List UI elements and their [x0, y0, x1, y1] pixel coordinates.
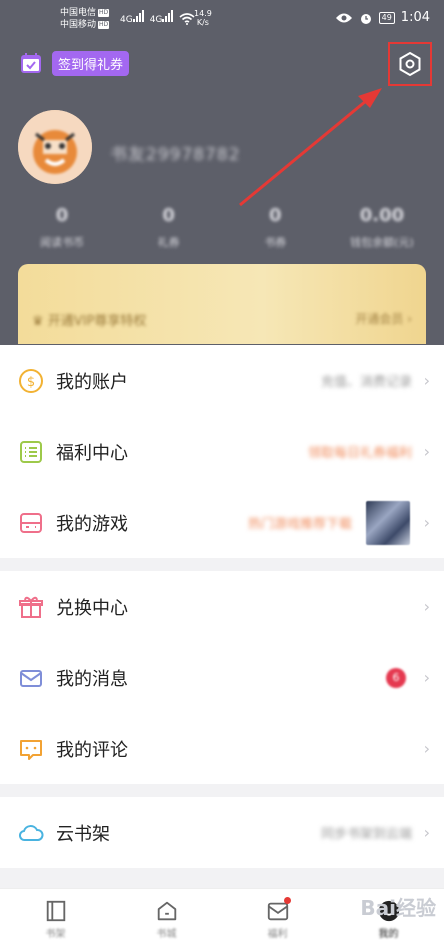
- tab-bookstore[interactable]: 书城: [111, 889, 222, 940]
- cloud-icon: [18, 824, 44, 841]
- carrier-2: 中国移动: [60, 20, 97, 30]
- menu-row-messages[interactable]: 我的消息 6 ›: [0, 642, 444, 713]
- stat-item[interactable]: 0 书券: [225, 205, 325, 250]
- menu-row-welfare[interactable]: 福利中心 领取每日礼券福利 ›: [0, 416, 444, 487]
- alarm-icon: [360, 13, 371, 24]
- wifi-icon: [179, 13, 195, 25]
- network-speed: 14.9 K/s: [194, 9, 212, 27]
- status-bar: 中国电信 HD 中国移动 HD 4G 4G 14.9 K/s 49 1:04: [0, 0, 444, 36]
- game-icon: [20, 512, 42, 533]
- battery-indicator: 49: [378, 11, 395, 24]
- menu-label: 兑换中心: [56, 597, 128, 619]
- tiger-avatar-icon: [18, 110, 92, 184]
- menu-group-2: 兑换中心 › 我的消息 6 › 我的评论 ›: [0, 571, 444, 784]
- chevron-right-icon: ›: [423, 597, 430, 616]
- signal-icons: 4G 4G: [120, 10, 195, 25]
- bookshelf-icon: [46, 900, 65, 922]
- menu-label: 我的评论: [56, 739, 128, 761]
- menu-row-cloud-shelf[interactable]: 云书架 同步书架到云端 ›: [0, 797, 444, 868]
- gift-icon: [19, 596, 43, 618]
- clock: 1:04: [400, 10, 430, 25]
- stat-item[interactable]: 0 阅读书币: [12, 205, 112, 250]
- profile-header: 中国电信 HD 中国移动 HD 4G 4G 14.9 K/s 49 1:04 签到得…: [0, 0, 444, 345]
- menu-label: 我的账户: [56, 371, 128, 393]
- signal-1: 4G: [120, 10, 144, 25]
- coin-icon: $: [19, 368, 43, 393]
- eye-icon: [335, 13, 352, 22]
- menu-row-account[interactable]: $ 我的账户 充值、消费记录 ›: [0, 345, 444, 416]
- signal-2: 4G: [150, 10, 174, 25]
- vip-action[interactable]: 开通会员 ›: [355, 310, 412, 327]
- game-thumbnail[interactable]: [366, 501, 410, 545]
- chevron-right-icon: ›: [423, 371, 430, 390]
- hd-badge-2: HD: [98, 20, 110, 29]
- menu-label: 我的消息: [56, 668, 128, 690]
- menu-group-1: $ 我的账户 充值、消费记录 › 福利中心 领取每日礼券福利 › 我的游戏 热门…: [0, 345, 444, 558]
- tab-bookshelf[interactable]: 书架: [0, 889, 111, 940]
- checkin-entry[interactable]: 签到得礼券: [18, 50, 130, 76]
- menu-row-exchange[interactable]: 兑换中心 ›: [0, 571, 444, 642]
- checkin-badge[interactable]: 签到得礼券: [52, 50, 130, 76]
- menu-group-3: 云书架 同步书架到云端 ›: [0, 797, 444, 868]
- menu-row-comments[interactable]: 我的评论 ›: [0, 713, 444, 784]
- settings-hexagon-icon: [399, 51, 421, 77]
- menu-label: 我的游戏: [56, 513, 128, 535]
- chevron-right-icon: ›: [423, 739, 430, 758]
- chevron-right-icon: ›: [423, 442, 430, 461]
- tab-notification-dot: [284, 897, 291, 904]
- menu-hint: 领取每日礼券福利: [307, 446, 412, 461]
- avatar[interactable]: [18, 110, 92, 184]
- comment-icon: [20, 739, 42, 760]
- carrier-1: 中国电信: [60, 8, 97, 18]
- mail-icon: [20, 669, 42, 687]
- stat-item[interactable]: 0.00 钱包余额(元): [332, 205, 432, 250]
- menu-hint: 同步书架到云端: [320, 827, 412, 842]
- nickname: 书友29978782: [110, 145, 241, 165]
- watermark: Bai经验: [360, 896, 436, 920]
- tab-welfare[interactable]: 福利: [222, 889, 333, 940]
- menu-hint: 充值、消费记录: [320, 375, 412, 390]
- settings-button[interactable]: [388, 42, 432, 86]
- carrier-info: 中国电信 HD 中国移动 HD: [60, 7, 110, 31]
- svg-text:$: $: [27, 375, 35, 390]
- menu-label: 福利中心: [56, 442, 128, 464]
- hd-badge-1: HD: [98, 8, 110, 17]
- vip-text: ♛ 开通VIP尊享特权: [32, 314, 147, 329]
- status-right: 49 1:04: [335, 10, 430, 25]
- list-icon: [20, 440, 42, 463]
- stat-item[interactable]: 0 礼券: [119, 205, 219, 250]
- chevron-right-icon: ›: [423, 823, 430, 842]
- menu-row-games[interactable]: 我的游戏 热门游戏推荐下载 ›: [0, 487, 444, 558]
- chevron-right-icon: ›: [423, 513, 430, 532]
- vip-banner[interactable]: ♛ 开通VIP尊享特权 开通会员 ›: [18, 264, 426, 344]
- calendar-check-icon: [21, 53, 41, 73]
- unread-badge: 6: [386, 668, 406, 688]
- menu-hint: 热门游戏推荐下载: [247, 517, 352, 532]
- stats-row: 0 阅读书币 0 礼券 0 书券 0.00 钱包余额(元): [12, 205, 432, 250]
- home-icon: [157, 901, 176, 921]
- menu-label: 云书架: [56, 823, 110, 845]
- chevron-right-icon: ›: [423, 668, 430, 687]
